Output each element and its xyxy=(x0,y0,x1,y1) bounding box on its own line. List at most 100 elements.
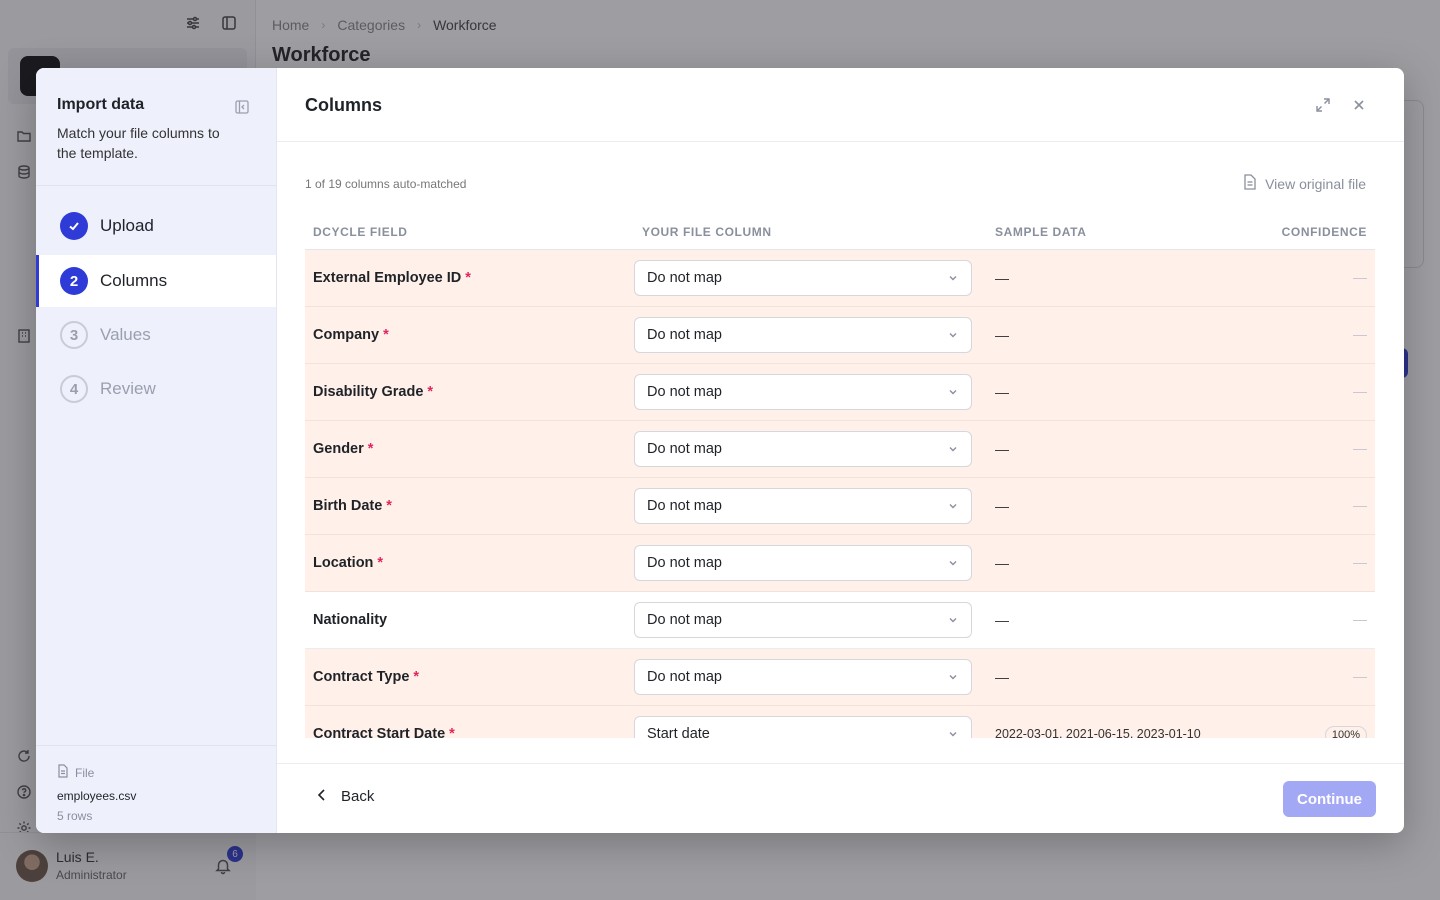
confidence-value: — xyxy=(1353,440,1367,456)
select-value: Do not map xyxy=(647,270,722,286)
field-name: Contract Start Date * xyxy=(305,726,634,738)
field-name: External Employee ID * xyxy=(305,270,634,286)
file-name: employees.csv xyxy=(57,789,137,803)
file-column-select[interactable]: Do not map xyxy=(634,659,972,695)
header-file-column: YOUR FILE COLUMN xyxy=(642,224,772,239)
table-row: Disability Grade * Do not map — — xyxy=(305,364,1375,421)
confidence-value: — xyxy=(1353,554,1367,570)
table-row: Gender * Do not map — — xyxy=(305,421,1375,478)
step-values[interactable]: 3 Values xyxy=(36,309,276,361)
select-value: Do not map xyxy=(647,498,722,514)
required-asterisk: * xyxy=(367,441,374,457)
step-number: 4 xyxy=(60,375,88,403)
file-icon xyxy=(57,764,69,781)
field-name: Company * xyxy=(305,327,634,343)
back-button[interactable]: Back xyxy=(317,788,374,805)
chevron-down-icon xyxy=(947,671,959,683)
field-label: External Employee ID xyxy=(313,270,462,286)
table-row: Birth Date * Do not map — — xyxy=(305,478,1375,535)
field-name: Disability Grade * xyxy=(305,384,634,400)
sample-data: 2022-03-01, 2021-06-15, 2023-01-10 xyxy=(995,727,1201,738)
confidence-value: — xyxy=(1353,326,1367,342)
select-value: Do not map xyxy=(647,612,722,628)
required-asterisk: * xyxy=(465,270,471,286)
select-value: Do not map xyxy=(647,669,722,685)
field-label: Birth Date xyxy=(313,498,383,514)
column-mapping-table: DCYCLE FIELD YOUR FILE COLUMN SAMPLE DAT… xyxy=(305,214,1375,738)
file-column-select[interactable]: Start date xyxy=(634,716,972,738)
chevron-down-icon xyxy=(947,557,959,569)
sample-data: — xyxy=(995,669,1009,685)
field-name: Nationality xyxy=(305,612,634,628)
required-asterisk: * xyxy=(449,726,455,738)
header-dcycle-field: DCYCLE FIELD xyxy=(313,224,408,239)
file-column-select[interactable]: Do not map xyxy=(634,260,972,296)
check-icon xyxy=(60,212,88,240)
chevron-down-icon xyxy=(947,500,959,512)
table-row: Company * Do not map — — xyxy=(305,307,1375,364)
field-label: Nationality xyxy=(313,612,388,628)
step-label: Review xyxy=(100,379,156,398)
chevron-left-icon xyxy=(317,788,327,805)
confidence-value: — xyxy=(1353,668,1367,684)
step-upload[interactable]: Upload xyxy=(36,200,276,252)
view-original-file-button[interactable]: View original file xyxy=(1243,174,1366,193)
sample-data: — xyxy=(995,327,1009,343)
select-value: Start date xyxy=(647,726,710,738)
sample-data: — xyxy=(995,270,1009,286)
field-label: Contract Start Date xyxy=(313,726,446,738)
modal-title: Columns xyxy=(305,95,383,115)
confidence-value: — xyxy=(1353,497,1367,513)
sample-data: — xyxy=(995,384,1009,400)
table-row: Location * Do not map — — xyxy=(305,535,1375,592)
select-value: Do not map xyxy=(647,441,722,457)
chevron-down-icon xyxy=(947,443,959,455)
select-value: Do not map xyxy=(647,384,722,400)
file-label: File xyxy=(75,765,95,780)
field-name: Location * xyxy=(305,555,634,571)
chevron-down-icon xyxy=(947,614,959,626)
step-label: Columns xyxy=(100,271,168,290)
file-column-select[interactable]: Do not map xyxy=(634,317,972,353)
table-row: Contract Start Date * Start date 2022-03-01… xyxy=(305,706,1375,738)
continue-button[interactable]: Continue xyxy=(1283,781,1376,817)
required-asterisk: * xyxy=(386,498,392,514)
step-review[interactable]: 4 Review xyxy=(36,363,276,415)
header-confidence: CONFIDENCE xyxy=(1281,224,1367,239)
auto-match-summary: 1 of 19 columns auto-matched xyxy=(305,176,467,191)
import-modal: Import data Match your file columns to t… xyxy=(36,68,1404,833)
expand-icon[interactable] xyxy=(1314,96,1332,114)
step-label: Values xyxy=(100,325,151,344)
confidence-value: — xyxy=(1353,383,1367,399)
columns-content: Columns 1 of 19 columns auto-matched Vie… xyxy=(277,68,1404,833)
field-label: Disability Grade xyxy=(313,384,424,400)
chevron-down-icon xyxy=(947,329,959,341)
table-row: Contract Type * Do not map — — xyxy=(305,649,1375,706)
step-columns[interactable]: 2 Columns xyxy=(36,255,276,307)
select-value: Do not map xyxy=(647,327,722,343)
field-label: Company xyxy=(313,327,380,343)
file-column-select[interactable]: Do not map xyxy=(634,431,972,467)
file-info: File employees.csv 5 rows xyxy=(36,745,276,833)
table-row: Nationality Do not map — — xyxy=(305,592,1375,649)
step-label: Upload xyxy=(100,216,154,235)
chevron-down-icon xyxy=(947,728,959,738)
collapse-panel-icon[interactable] xyxy=(234,99,250,115)
modal-footer: Back Continue xyxy=(277,763,1404,833)
confidence-value: — xyxy=(1353,611,1367,627)
table-header: DCYCLE FIELD YOUR FILE COLUMN SAMPLE DAT… xyxy=(305,214,1375,250)
file-column-select[interactable]: Do not map xyxy=(634,488,972,524)
confidence-value: 100% xyxy=(1324,725,1367,738)
import-subtitle: Match your file columns to the template. xyxy=(57,125,220,161)
close-icon[interactable] xyxy=(1350,96,1368,114)
chevron-down-icon xyxy=(947,386,959,398)
header-sample-data: SAMPLE DATA xyxy=(995,224,1087,239)
file-row-count: 5 rows xyxy=(57,809,93,823)
required-asterisk: * xyxy=(377,555,384,571)
view-original-label: View original file xyxy=(1265,175,1366,192)
field-label: Location xyxy=(313,555,374,571)
file-column-select[interactable]: Do not map xyxy=(634,374,972,410)
file-column-select[interactable]: Do not map xyxy=(634,545,972,581)
field-name: Gender * xyxy=(305,441,634,457)
file-column-select[interactable]: Do not map xyxy=(634,602,972,638)
